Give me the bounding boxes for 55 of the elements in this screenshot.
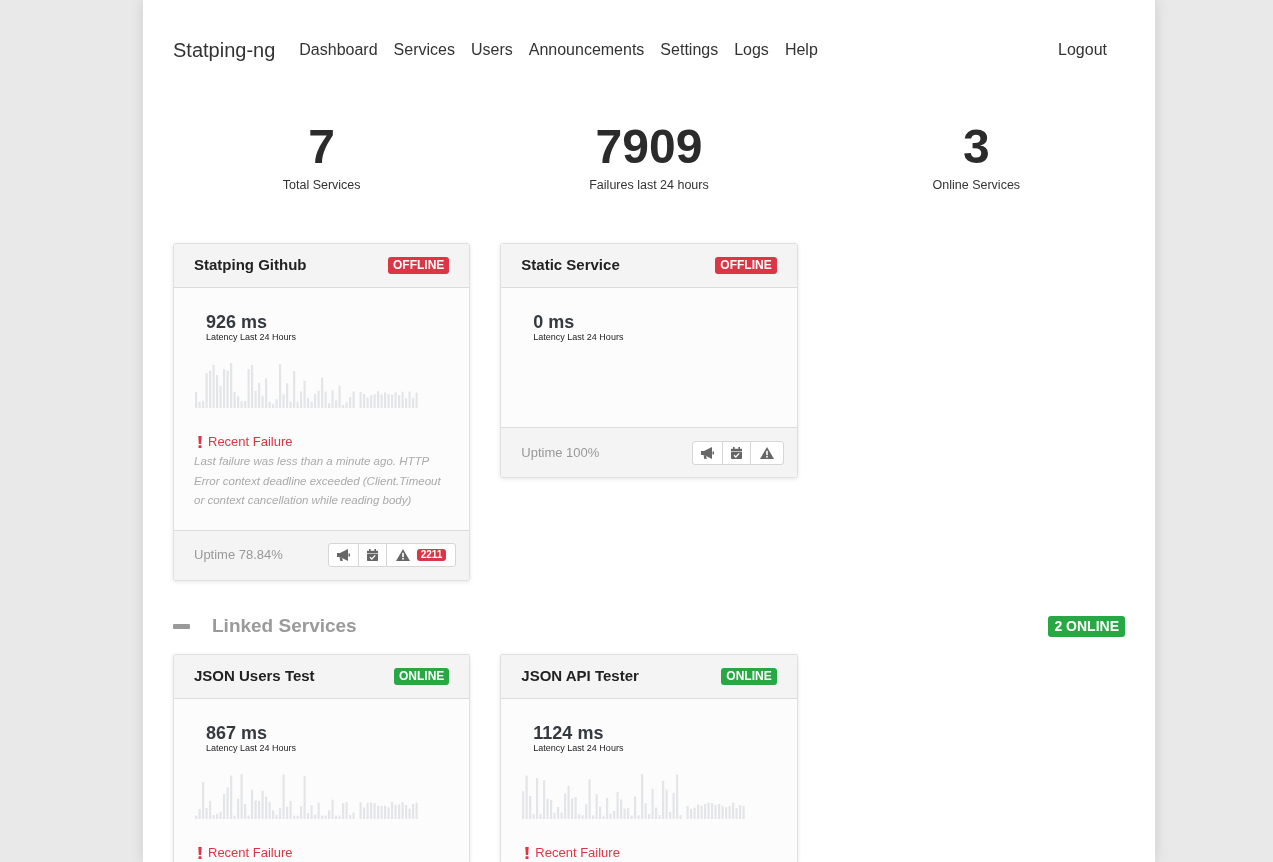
status-badge: ONLINE [721,667,777,685]
failure-count-badge: 2211 [416,549,447,561]
stat-value: 7 [308,119,335,175]
failures-button[interactable] [749,440,784,465]
status-badge: OFFLINE [388,257,450,274]
nav-link[interactable]: Users [470,38,513,62]
calendar-button[interactable] [357,543,387,567]
latency-value: 1124 ms [533,722,605,743]
calendar-button[interactable] [721,440,751,465]
uptime-text: Uptime 100% [521,443,600,462]
announcement-button[interactable] [327,543,359,567]
service-name: Statping Github [194,255,307,276]
latency-label: Latency Last 24 Hours [206,742,298,754]
latency-label: Latency Last 24 Hours [206,332,298,343]
status-badge: ONLINE [394,667,450,685]
warning-icon [395,549,410,561]
nav-link[interactable]: Settings [660,38,719,62]
exclamation-icon [525,846,530,859]
service-name: JSON Users Test [194,665,315,686]
failure-message: Last failure was less than a minute ago. HTTP Error context deadline exceeded (Client.Timeout or context cancellation while reading body) [194,454,442,508]
calendar-check-icon [366,549,378,561]
online-count-badge: 2 ONLINE [1048,616,1125,637]
warning-icon [759,446,774,459]
status-badge: OFFLINE [715,257,777,274]
stat-label: Online Services [932,177,1021,194]
stat-label: Failures last 24 hours [589,177,709,194]
service-name: Static Service [521,255,620,276]
nav-link[interactable]: Help [784,38,818,62]
nav-link[interactable]: Services [393,38,455,62]
failures-button[interactable]: 2211 [385,543,457,567]
latency-value: 867 ms [206,722,269,743]
uptime-text: Uptime 78.84% [194,546,283,565]
announcement-button[interactable] [691,440,723,465]
latency-value: 0 ms [533,312,576,332]
calendar-check-icon [730,446,742,459]
group-title: Linked Services [212,614,357,639]
exclamation-icon [198,846,202,859]
logout-link[interactable]: Logout [1058,38,1107,62]
exclamation-icon [198,436,202,448]
latency-label: Latency Last 24 Hours [533,332,625,343]
latency-value: 926 ms [206,312,269,332]
failure-title: Recent Failure [208,843,293,862]
failure-title: Recent Failure [208,433,293,452]
megaphone-icon [336,549,350,561]
latency-label: Latency Last 24 Hours [533,742,625,754]
megaphone-icon [700,446,714,459]
stat-value: 3 [962,119,990,175]
nav-link[interactable]: Dashboard [299,38,378,62]
service-name: JSON API Tester [521,665,639,686]
nav-link[interactable]: Logs [734,38,769,62]
failure-title: Recent Failure [535,843,620,862]
brand-link[interactable]: Statping-ng [173,35,276,65]
stat-label: Total Services [282,177,361,194]
stat-value: 7909 [595,119,703,175]
nav-link[interactable]: Announcements [528,38,645,62]
